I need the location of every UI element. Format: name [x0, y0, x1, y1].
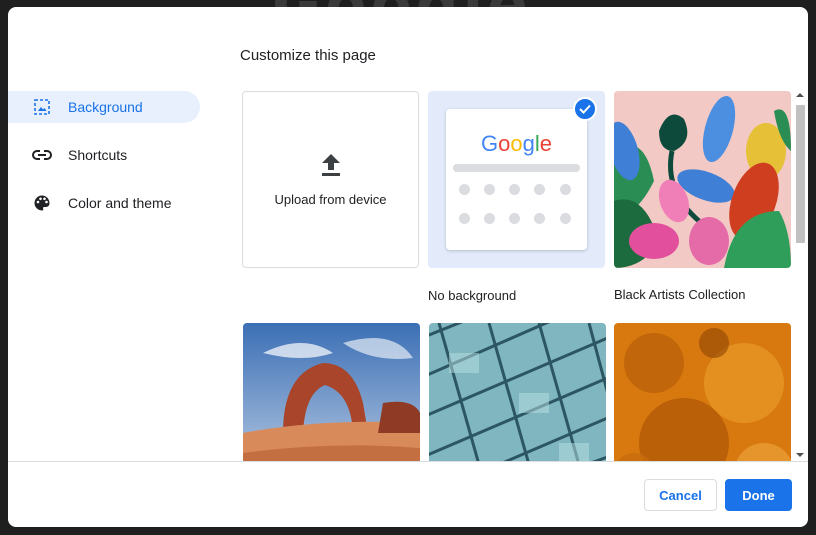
sidebar: Background Shortcuts Color and theme	[8, 91, 208, 235]
preview-shortcut-dot	[509, 213, 520, 224]
preview-shortcut-dot	[509, 184, 520, 195]
preview-shortcut-dot	[560, 184, 571, 195]
glass-building-photo-tile[interactable]	[429, 323, 606, 461]
sidebar-item-shortcuts[interactable]: Shortcuts	[8, 139, 200, 171]
orange-texture-image	[614, 323, 791, 461]
orange-texture-photo-tile[interactable]	[614, 323, 791, 461]
no-background-tile[interactable]: Google	[428, 91, 605, 268]
preview-shortcut-dot	[459, 213, 470, 224]
preview-shortcut-dot	[484, 213, 495, 224]
background-grid: Upload from device Google No background …	[240, 89, 798, 461]
rock-arch-photo-tile[interactable]	[243, 323, 420, 461]
preview-shortcut-dot	[459, 184, 470, 195]
selected-check-icon	[573, 97, 597, 121]
sidebar-item-background[interactable]: Background	[8, 91, 200, 123]
floral-art-image	[614, 91, 791, 268]
scroll-down-arrow-icon[interactable]	[794, 449, 806, 461]
new-tab-preview: Google	[446, 109, 587, 250]
preview-shortcut-dot	[484, 184, 495, 195]
sidebar-item-label: Shortcuts	[68, 147, 128, 163]
no-background-label: No background	[428, 288, 517, 303]
preview-shortcut-dot	[534, 184, 545, 195]
black-artists-collection-label: Black Artists Collection	[614, 287, 746, 302]
vertical-scrollbar[interactable]	[794, 89, 806, 461]
preview-shortcut-dot	[560, 213, 571, 224]
black-artists-collection-tile[interactable]	[614, 91, 791, 268]
sidebar-item-label: Background	[68, 99, 143, 115]
rock-arch-image	[243, 323, 420, 461]
palette-icon	[32, 193, 52, 213]
customize-dialog: Customize this page Background Shortcuts…	[8, 7, 808, 527]
image-icon	[32, 97, 52, 117]
scroll-up-arrow-icon[interactable]	[794, 89, 806, 101]
preview-google-logo: Google	[480, 131, 552, 156]
upload-from-device-tile[interactable]: Upload from device	[242, 91, 419, 268]
footer-divider	[8, 461, 808, 462]
upload-icon	[320, 153, 342, 182]
glass-building-image	[429, 323, 606, 461]
dialog-title: Customize this page	[240, 47, 376, 64]
sidebar-item-label: Color and theme	[68, 195, 172, 211]
sidebar-item-color-and-theme[interactable]: Color and theme	[8, 187, 200, 219]
preview-search-bar	[453, 164, 580, 172]
upload-label: Upload from device	[274, 191, 387, 207]
cancel-button[interactable]: Cancel	[644, 479, 717, 511]
preview-shortcut-dot	[534, 213, 545, 224]
scroll-thumb[interactable]	[796, 105, 805, 243]
done-button[interactable]: Done	[725, 479, 792, 511]
link-icon	[32, 145, 52, 165]
